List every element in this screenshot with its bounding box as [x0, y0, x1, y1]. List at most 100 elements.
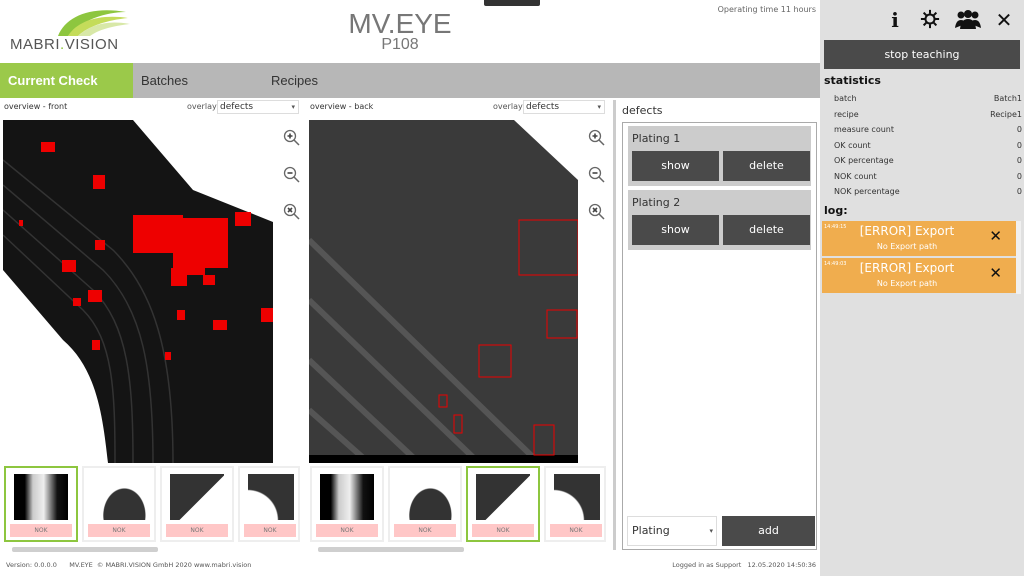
stat-row: measure count 0 [834, 125, 1022, 139]
status-badge: NOK [10, 524, 72, 537]
status-badge: NOK [394, 524, 456, 537]
footer-login-status: Logged in as Support 12.05.2020 14:50:36 [672, 561, 816, 569]
stat-row: batch Batch1 [834, 94, 1022, 108]
thumbnail[interactable]: NOK [466, 466, 540, 542]
status-badge: NOK [550, 524, 602, 537]
stop-teaching-button[interactable]: stop teaching [824, 40, 1020, 69]
panel-divider [613, 100, 616, 550]
front-sock-image [3, 120, 273, 463]
dismiss-log-icon[interactable]: ✕ [989, 264, 1002, 282]
thumbnail[interactable]: NOK [310, 466, 384, 542]
gear-icon[interactable] [920, 8, 940, 30]
stat-label: batch [834, 94, 857, 103]
thumbnail-image [170, 474, 224, 520]
front-overlay-value: defects [220, 102, 254, 112]
front-overview-image[interactable] [3, 120, 273, 463]
mabrivision-logo: MABRI.VISION [6, 8, 136, 58]
users-icon[interactable] [955, 8, 981, 30]
defect-name: Plating 1 [632, 132, 681, 145]
log-entry: 14:49:15 [ERROR] Export No Export path ✕ [822, 221, 1016, 256]
log-scrollbar[interactable] [1016, 221, 1021, 294]
thumbnail[interactable]: NOK [238, 466, 300, 542]
stat-label: measure count [834, 125, 895, 134]
status-badge: NOK [472, 524, 534, 537]
stat-row: OK count 0 [834, 141, 1022, 155]
thumbnail-image [92, 474, 146, 520]
stat-value: Batch1 [993, 94, 1022, 103]
log-entry: 14:49:03 [ERROR] Export No Export path ✕ [822, 258, 1016, 293]
delete-button[interactable]: delete [723, 215, 810, 245]
status-badge: NOK [244, 524, 296, 537]
defect-type-select[interactable]: Plating ▾ [627, 516, 717, 546]
stat-value: 0 [1016, 187, 1022, 196]
back-overview-image[interactable] [309, 120, 578, 463]
show-button[interactable]: show [632, 151, 719, 181]
thumbnail[interactable]: NOK [82, 466, 156, 542]
stat-value: 0 [1016, 141, 1022, 150]
defect-name: Plating 2 [632, 196, 681, 209]
defects-panel: defects Plating 1 show delete Plating 2 … [617, 98, 820, 553]
defects-list: Plating 1 show delete Plating 2 show del… [622, 122, 817, 550]
defect-type-value: Plating [632, 524, 670, 537]
back-thumbnail-scrollbar[interactable] [318, 547, 464, 552]
defects-label: defects [622, 104, 663, 117]
thumbnail[interactable]: NOK [388, 466, 462, 542]
thumbnail-image [248, 474, 294, 520]
thumbnail-image [320, 474, 374, 520]
back-panel-label: overview - back [310, 102, 374, 111]
back-thumbnail-strip: NOK NOK NOK NOK [310, 466, 606, 544]
stat-value: 0 [1016, 172, 1022, 181]
tab-current-check[interactable]: Current Check [0, 63, 133, 98]
log-detail: No Export path [876, 279, 938, 288]
front-panel-label: overview - front [4, 102, 68, 111]
main-tabs: Current Check Batches Recipes [0, 63, 820, 98]
dismiss-log-icon[interactable]: ✕ [989, 227, 1002, 245]
defect-item: Plating 1 show delete [628, 126, 811, 186]
chevron-down-icon: ▾ [597, 103, 601, 111]
zoom-reset-icon[interactable] [283, 203, 301, 221]
stat-row: recipe Recipe1 [834, 110, 1022, 124]
thumbnail[interactable]: NOK [160, 466, 234, 542]
logo-text: MABRI.VISION [10, 36, 119, 53]
log-title-text: [ERROR] Export [859, 261, 955, 275]
front-thumbnail-scrollbar[interactable] [12, 547, 158, 552]
zoom-out-icon[interactable] [588, 166, 606, 184]
zoom-out-icon[interactable] [283, 166, 301, 184]
defect-item: Plating 2 show delete [628, 190, 811, 250]
stat-label: OK count [834, 141, 871, 150]
statistics-title: statistics [824, 74, 881, 87]
zoom-in-icon[interactable] [283, 129, 301, 147]
chevron-down-icon: ▾ [709, 527, 713, 535]
front-thumbnail-strip: NOK NOK NOK NOK [4, 466, 300, 544]
stat-label: OK percentage [834, 156, 894, 165]
info-icon[interactable]: i [885, 8, 905, 32]
stat-row: NOK percentage 0 [834, 187, 1022, 201]
front-overlay-select[interactable]: defects ▾ [217, 100, 299, 114]
stat-value: 0 [1016, 156, 1022, 165]
delete-button[interactable]: delete [723, 151, 810, 181]
tab-recipes[interactable]: Recipes [263, 63, 393, 98]
footer-version: Version: 0.0.0.0 MV.EYE © MABRI.VISION G… [6, 561, 252, 569]
stat-row: NOK count 0 [834, 172, 1022, 186]
logo-swoosh-icon [58, 10, 130, 36]
back-sock-image [309, 120, 578, 463]
back-overlay-value: defects [526, 102, 560, 112]
thumbnail[interactable]: NOK [544, 466, 606, 542]
show-button[interactable]: show [632, 215, 719, 245]
back-overlay-label: overlay: [493, 102, 525, 111]
thumbnail[interactable]: NOK [4, 466, 78, 542]
zoom-reset-icon[interactable] [588, 203, 606, 221]
stat-label: recipe [834, 110, 859, 119]
tab-batches[interactable]: Batches [133, 63, 263, 98]
back-overlay-select[interactable]: defects ▾ [523, 100, 605, 114]
window-drag-handle[interactable] [484, 0, 540, 6]
status-badge: NOK [166, 524, 228, 537]
close-icon[interactable]: ✕ [994, 8, 1014, 32]
stat-row: OK percentage 0 [834, 156, 1022, 170]
stat-value: Recipe1 [990, 110, 1022, 119]
front-overlay-label: overlay: [187, 102, 219, 111]
zoom-in-icon[interactable] [588, 129, 606, 147]
thumbnail-image [398, 474, 452, 520]
add-defect-button[interactable]: add [722, 516, 815, 546]
log-title-text: [ERROR] Export [859, 224, 955, 238]
